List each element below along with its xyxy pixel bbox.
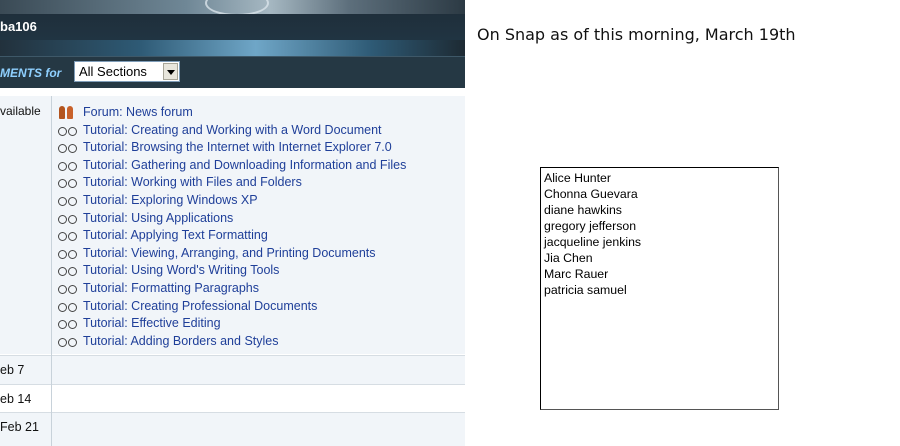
goggles-icon (58, 161, 78, 171)
course-code[interactable]: ba106 (0, 14, 37, 40)
goggles-icon (58, 214, 78, 224)
snap-note: On Snap as of this morning, March 19th (477, 25, 796, 44)
list-item[interactable]: jacqueline jenkins (544, 234, 778, 250)
section-select-value: All Sections (79, 64, 147, 79)
activity-link-tutorial[interactable]: Tutorial: Browsing the Internet with Int… (58, 139, 406, 157)
goggles-icon (58, 320, 78, 330)
activity-label[interactable]: Tutorial: Creating and Working with a Wo… (83, 123, 382, 137)
activity-label[interactable]: Tutorial: Creating Professional Document… (83, 299, 317, 313)
course-title-bar: ba106 (0, 14, 465, 40)
activity-link-tutorial[interactable]: Tutorial: Using Word's Writing Tools (58, 262, 406, 280)
goggles-icon (58, 144, 78, 154)
week-row: eb 7 (0, 355, 465, 384)
activity-link-tutorial[interactable]: Tutorial: Exploring Windows XP (58, 192, 406, 210)
activity-link-tutorial[interactable]: Tutorial: Gathering and Downloading Info… (58, 157, 406, 175)
activity-label[interactable]: Tutorial: Formatting Paragraphs (83, 281, 259, 295)
list-item[interactable]: gregory jefferson (544, 218, 778, 234)
separator (0, 88, 465, 96)
activity-link-tutorial[interactable]: Tutorial: Creating and Working with a Wo… (58, 122, 406, 140)
section-filter-bar: MENTS for All Sections (0, 56, 465, 89)
activity-label[interactable]: Tutorial: Adding Borders and Styles (83, 334, 278, 348)
activity-link-tutorial[interactable]: Tutorial: Applying Text Formatting (58, 227, 406, 245)
activity-link-tutorial[interactable]: Tutorial: Formatting Paragraphs (58, 280, 406, 298)
activity-link-tutorial[interactable]: Tutorial: Using Applications (58, 210, 406, 228)
list-item[interactable]: Marc Rauer (544, 266, 778, 282)
goggles-icon (58, 249, 78, 259)
activity-link-tutorial[interactable]: Tutorial: Working with Files and Folders (58, 174, 406, 192)
activity-label[interactable]: Tutorial: Browsing the Internet with Int… (83, 140, 392, 154)
topic-row: vailable Forum: News forum Tutorial: Cre… (0, 96, 465, 354)
goggles-icon (58, 284, 78, 294)
list-item[interactable]: Alice Hunter (544, 170, 778, 186)
list-item[interactable]: Chonna Guevara (544, 186, 778, 202)
banner-accent (0, 40, 465, 56)
chevron-down-icon[interactable] (163, 63, 178, 80)
activity-label[interactable]: Tutorial: Effective Editing (83, 316, 221, 330)
activity-label[interactable]: Forum: News forum (83, 105, 193, 119)
site-banner (0, 0, 465, 16)
goggles-icon (58, 302, 78, 312)
goggles-icon (58, 337, 78, 347)
activity-label[interactable]: Tutorial: Applying Text Formatting (83, 228, 268, 242)
filter-label: MENTS for (0, 66, 62, 80)
activity-label[interactable]: Tutorial: Gathering and Downloading Info… (83, 158, 406, 172)
week-row: Feb 21 (0, 412, 465, 446)
list-item[interactable]: patricia samuel (544, 282, 778, 298)
goggles-icon (58, 179, 78, 189)
names-listbox[interactable]: Alice Hunter Chonna Guevara diane hawkin… (540, 167, 779, 410)
column-divider (51, 96, 52, 446)
activity-link-tutorial[interactable]: Tutorial: Viewing, Arranging, and Printi… (58, 245, 406, 263)
names-list: Alice Hunter Chonna Guevara diane hawkin… (541, 168, 778, 298)
activity-list: Forum: News forum Tutorial: Creating and… (58, 104, 406, 350)
week-row: eb 14 (0, 384, 465, 413)
activity-link-tutorial[interactable]: Tutorial: Creating Professional Document… (58, 298, 406, 316)
week-label: eb 14 (0, 392, 32, 406)
list-item[interactable]: Jia Chen (544, 250, 778, 266)
week-label: Feb 21 (0, 420, 39, 434)
goggles-icon (58, 126, 78, 136)
section-select[interactable]: All Sections (74, 61, 180, 82)
activity-link-tutorial[interactable]: Tutorial: Effective Editing (58, 315, 406, 333)
course-page-screenshot: ba106 MENTS for All Sections vailable Fo… (0, 0, 465, 446)
goggles-icon (58, 196, 78, 206)
list-item[interactable]: diane hawkins (544, 202, 778, 218)
goggles-icon (58, 232, 78, 242)
activity-label[interactable]: Tutorial: Using Applications (83, 211, 233, 225)
activity-label[interactable]: Tutorial: Viewing, Arranging, and Printi… (83, 246, 376, 260)
activity-link-tutorial[interactable]: Tutorial: Adding Borders and Styles (58, 333, 406, 351)
forum-icon (58, 106, 76, 120)
activity-label[interactable]: Tutorial: Exploring Windows XP (83, 193, 258, 207)
availability-label: vailable (0, 104, 41, 118)
goggles-icon (58, 267, 78, 277)
activity-label[interactable]: Tutorial: Working with Files and Folders (83, 175, 302, 189)
activity-link-forum[interactable]: Forum: News forum (58, 104, 406, 122)
activity-label[interactable]: Tutorial: Using Word's Writing Tools (83, 263, 279, 277)
week-label: eb 7 (0, 363, 25, 377)
